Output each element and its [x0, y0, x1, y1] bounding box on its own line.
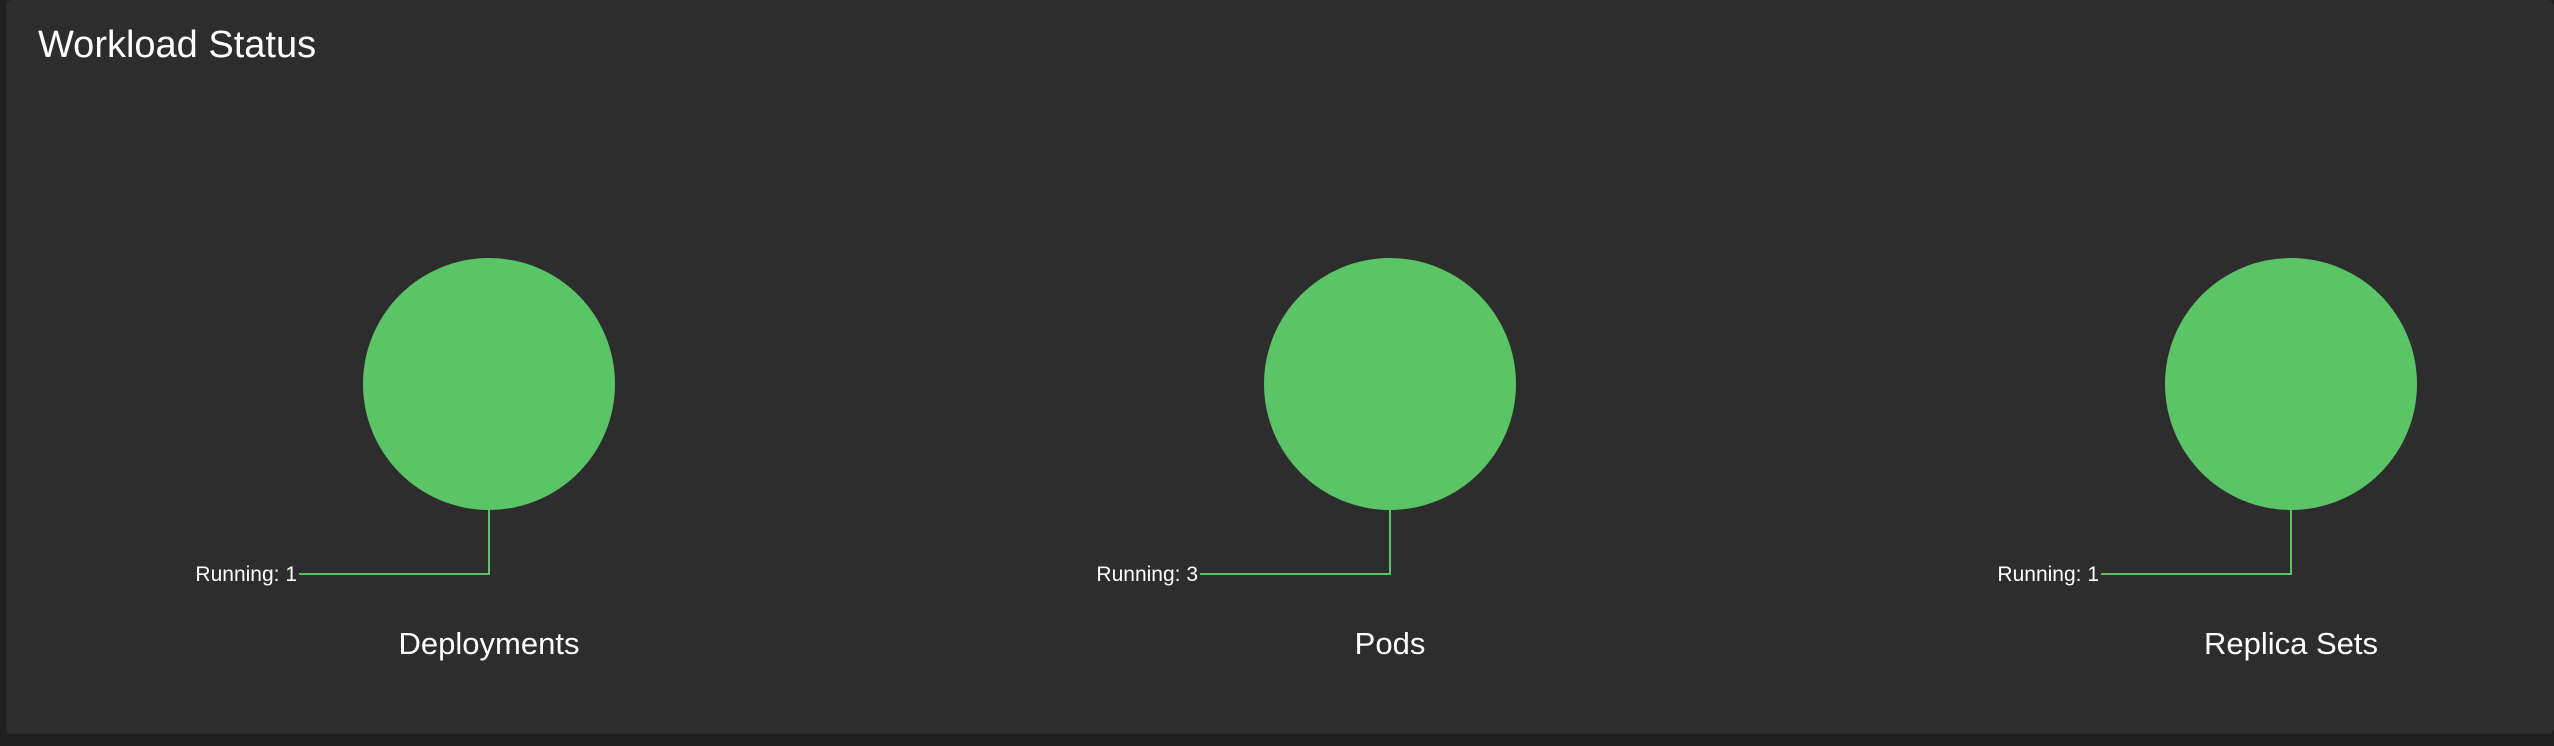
pie-slice-running[interactable]	[2165, 258, 2417, 510]
chart-label: Pods	[1355, 626, 1426, 661]
pie-slice-running[interactable]	[1264, 258, 1516, 510]
workload-charts: Running: 1DeploymentsRunning: 3PodsRunni…	[195, 258, 2417, 661]
status-chart-deployments: Running: 1 Deployments	[195, 258, 615, 661]
callout-line	[299, 510, 490, 575]
running-count-label: Running: 1	[195, 563, 297, 586]
callout-line	[1200, 510, 1391, 575]
status-chart-replica-sets: Running: 1 Replica Sets	[1997, 258, 2417, 661]
chart-label: Replica Sets	[2204, 626, 2378, 661]
chart-label: Deployments	[399, 626, 580, 661]
status-chart-pods: Running: 3 Pods	[1096, 258, 1516, 661]
pie-slice-running[interactable]	[363, 258, 615, 510]
callout-line	[2101, 510, 2292, 575]
running-count-label: Running: 1	[1997, 563, 2099, 586]
running-count-label: Running: 3	[1096, 563, 1198, 586]
